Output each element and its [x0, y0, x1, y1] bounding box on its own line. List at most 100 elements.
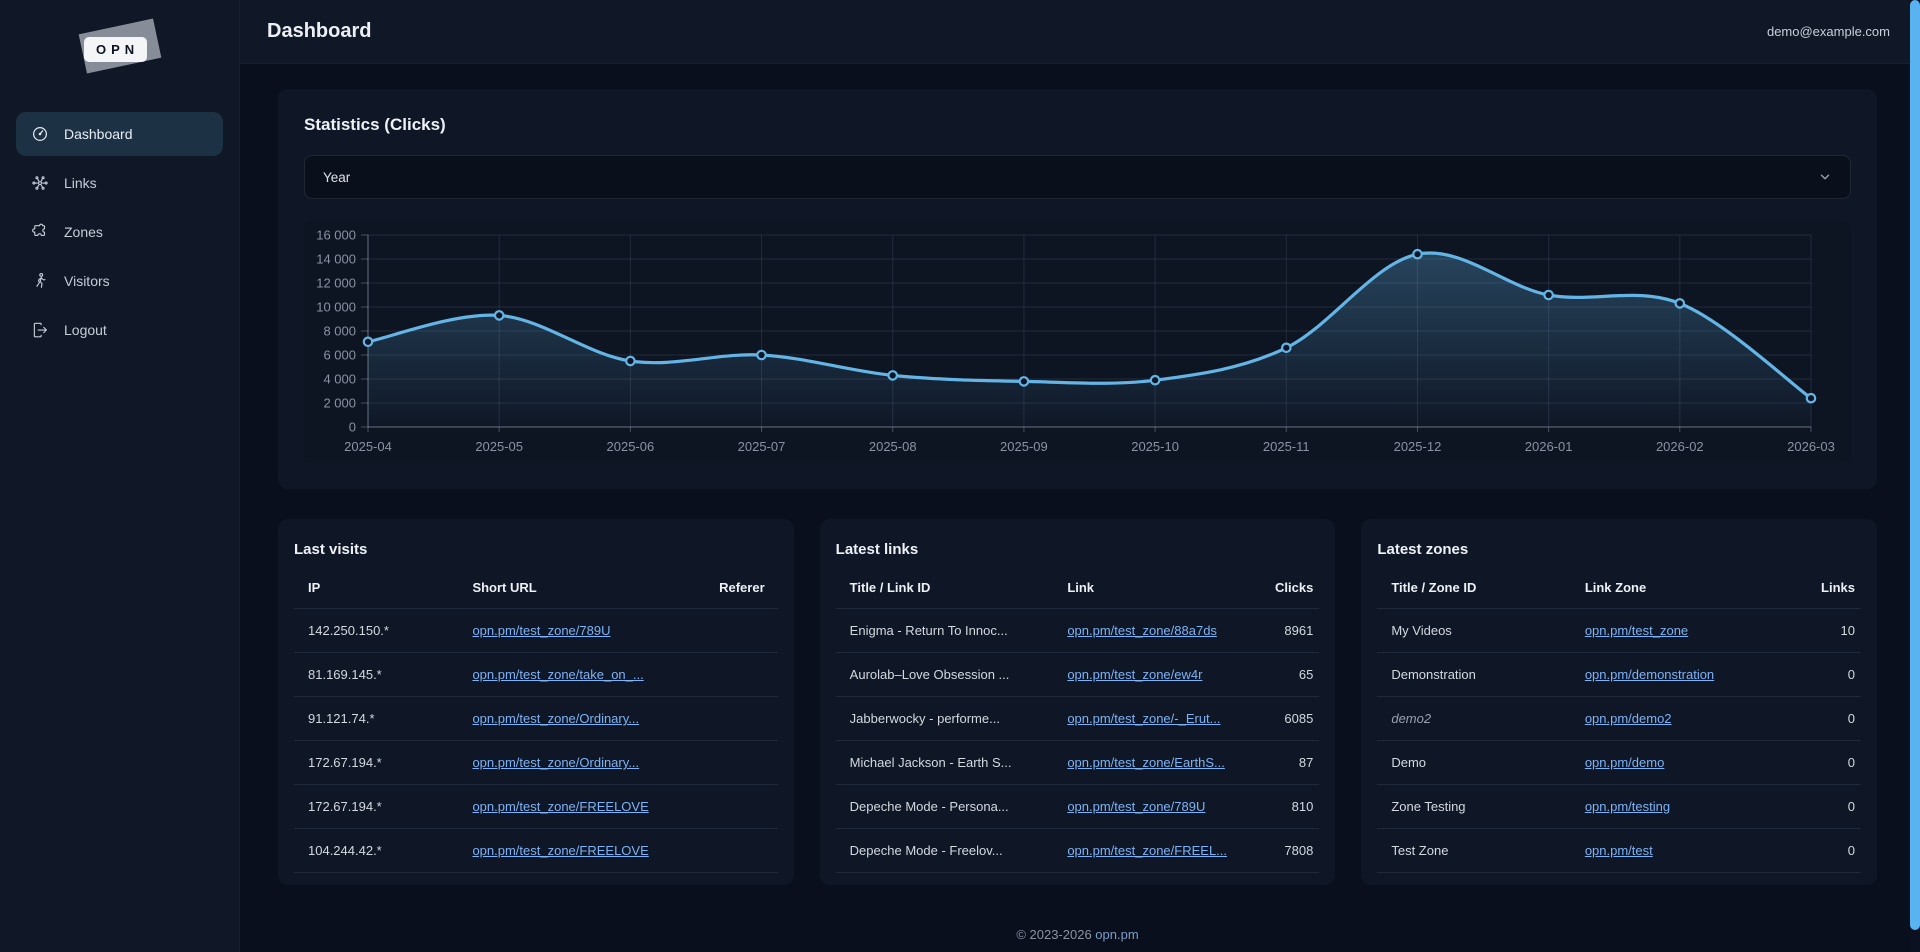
- latest-links-table: Title / Link IDLinkClicks Enigma - Return…: [836, 570, 1320, 873]
- svg-text:2025-05: 2025-05: [475, 439, 523, 454]
- title-value: Zone Testing: [1391, 799, 1465, 814]
- column-header: Link: [1053, 570, 1246, 609]
- svg-text:6 000: 6 000: [323, 348, 356, 363]
- column-header: Referer: [705, 570, 778, 609]
- svg-text:2 000: 2 000: [323, 396, 356, 411]
- link-link[interactable]: opn.pm/test_zone/EarthS...: [1067, 755, 1225, 770]
- table-row: Jabberwocky - performe...opn.pm/test_zon…: [836, 697, 1320, 741]
- sidebar-item-logout[interactable]: Logout: [16, 308, 223, 352]
- column-header: Clicks: [1247, 570, 1320, 609]
- links-value: 0: [1848, 755, 1855, 770]
- latest-links-card: Latest links Title / Link IDLinkClicks En…: [820, 519, 1336, 885]
- title-value: Aurolab–Love Obsession ...: [850, 667, 1010, 682]
- short_url-link[interactable]: opn.pm/test_zone/FREELOVE: [472, 843, 648, 858]
- short_url-link[interactable]: opn.pm/test_zone/Ordinary...: [472, 755, 639, 770]
- table-row: Depeche Mode - Persona... opn.pm/test_zon…: [836, 785, 1320, 829]
- link-link[interactable]: opn.pm/test_zone/FREEL...: [1067, 843, 1227, 858]
- title-value: Test Zone: [1391, 843, 1448, 858]
- sidebar-item-label: Visitors: [64, 273, 110, 289]
- svg-text:4 000: 4 000: [323, 372, 356, 387]
- svg-text:2025-08: 2025-08: [869, 439, 917, 454]
- short_url-link[interactable]: opn.pm/test_zone/take_on_...: [472, 667, 643, 682]
- short_url-link[interactable]: opn.pm/test_zone/789U: [472, 623, 610, 638]
- table-row: 142.250.150.*opn.pm/test_zone/789U: [294, 609, 778, 653]
- column-header: Title / Link ID: [836, 570, 1054, 609]
- link-link[interactable]: opn.pm/test_zone/-_Erut...: [1067, 711, 1220, 726]
- clicks-value: 87: [1299, 755, 1313, 770]
- top-header: Dashboard demo@example.com: [240, 0, 1920, 64]
- sidebar-menu: Dashboard Links Zones Visitors Logout: [0, 112, 239, 352]
- ip-value: 104.244.42.*: [308, 843, 382, 858]
- links-value: 0: [1848, 843, 1855, 858]
- zones-icon: [31, 223, 49, 241]
- clicks-line-chart: 02 0004 0006 0008 00010 00012 00014 0001…: [304, 221, 1851, 463]
- sidebar-item-links[interactable]: Links: [16, 161, 223, 205]
- page-title: Dashboard: [267, 20, 371, 43]
- svg-text:2025-04: 2025-04: [344, 439, 392, 454]
- link_zone-link[interactable]: opn.pm/demonstration: [1585, 667, 1714, 682]
- svg-text:2025-11: 2025-11: [1263, 439, 1310, 454]
- link_zone-link[interactable]: opn.pm/test_zone: [1585, 623, 1688, 638]
- visitors-icon: [31, 272, 49, 290]
- links-value: 10: [1841, 623, 1855, 638]
- link-link[interactable]: opn.pm/test_zone/789U: [1067, 799, 1205, 814]
- scrollbar-thumb[interactable]: [1910, 0, 1920, 930]
- user-email: demo@example.com: [1767, 24, 1890, 39]
- title-value: Demo: [1391, 755, 1426, 770]
- footer: © 2023-2026 opn.pm: [278, 927, 1877, 942]
- link-link[interactable]: opn.pm/test_zone/ew4r: [1067, 667, 1202, 682]
- latest-zones-title: Latest zones: [1377, 541, 1861, 558]
- last-visits-card: Last visits IPShort URLReferer142.250.15…: [278, 519, 794, 885]
- link_zone-link[interactable]: opn.pm/demo: [1585, 755, 1665, 770]
- sidebar-item-label: Dashboard: [64, 126, 133, 142]
- svg-text:0: 0: [349, 420, 356, 435]
- column-header: Short URL: [458, 570, 705, 609]
- ip-value: 172.67.194.*: [308, 799, 382, 814]
- short_url-link[interactable]: opn.pm/test_zone/FREELOVE: [472, 799, 648, 814]
- footer-site-link[interactable]: opn.pm: [1095, 927, 1138, 942]
- column-header: Links: [1788, 570, 1861, 609]
- table-row: Aurolab–Love Obsession ... opn.pm/test_zo…: [836, 653, 1320, 697]
- last-visits-table: IPShort URLReferer142.250.150.*opn.pm/te…: [294, 570, 778, 873]
- logout-icon: [31, 321, 49, 339]
- gauge-icon: [31, 125, 49, 143]
- table-row: 104.244.42.* opn.pm/test_zone/FREELOVE: [294, 829, 778, 873]
- table-row: Demonstrationopn.pm/demonstration0: [1377, 653, 1861, 697]
- svg-text:2025-10: 2025-10: [1131, 439, 1179, 454]
- sidebar-item-visitors[interactable]: Visitors: [16, 259, 223, 303]
- table-row: 81.169.145.*opn.pm/test_zone/take_on_...: [294, 653, 778, 697]
- short_url-link[interactable]: opn.pm/test_zone/Ordinary...: [472, 711, 639, 726]
- link_zone-link[interactable]: opn.pm/demo2: [1585, 711, 1672, 726]
- link-link[interactable]: opn.pm/test_zone/88a7ds: [1067, 623, 1217, 638]
- logo-text: OPN: [84, 37, 147, 62]
- latest-zones-card: Latest zones Title / Zone IDLink ZoneLin…: [1361, 519, 1877, 885]
- table-row: My Videosopn.pm/test_zone10: [1377, 609, 1861, 653]
- link_zone-link[interactable]: opn.pm/test: [1585, 843, 1653, 858]
- clicks-value: 8961: [1284, 623, 1313, 638]
- app-logo: OPN: [86, 26, 166, 78]
- latest-links-title: Latest links: [836, 541, 1320, 558]
- title-value: Demonstration: [1391, 667, 1476, 682]
- period-select-value: Year: [323, 170, 350, 185]
- clicks-value: 65: [1299, 667, 1313, 682]
- title-value: Depeche Mode - Persona...: [850, 799, 1009, 814]
- links-value: 0: [1848, 799, 1855, 814]
- link_zone-link[interactable]: opn.pm/testing: [1585, 799, 1670, 814]
- table-row: Demo opn.pm/demo 0: [1377, 741, 1861, 785]
- statistics-title: Statistics (Clicks): [304, 115, 1851, 135]
- table-row: Zone Testing opn.pm/testing 0: [1377, 785, 1861, 829]
- svg-text:2025-07: 2025-07: [738, 439, 786, 454]
- title-value: demo2: [1391, 711, 1431, 726]
- title-value: Enigma - Return To Innoc...: [850, 623, 1008, 638]
- sidebar-item-dashboard[interactable]: Dashboard: [16, 112, 223, 156]
- svg-text:2026-01: 2026-01: [1525, 439, 1573, 454]
- clicks-value: 7808: [1284, 843, 1313, 858]
- sidebar-item-zones[interactable]: Zones: [16, 210, 223, 254]
- period-select[interactable]: Year: [304, 155, 1851, 199]
- sidebar: OPN Dashboard Links Zones Visitors Logout: [0, 0, 240, 952]
- last-visits-title: Last visits: [294, 541, 778, 558]
- ip-value: 91.121.74.*: [308, 711, 375, 726]
- svg-text:14 000: 14 000: [316, 252, 356, 267]
- svg-text:2025-12: 2025-12: [1394, 439, 1442, 454]
- svg-text:10 000: 10 000: [316, 300, 356, 315]
